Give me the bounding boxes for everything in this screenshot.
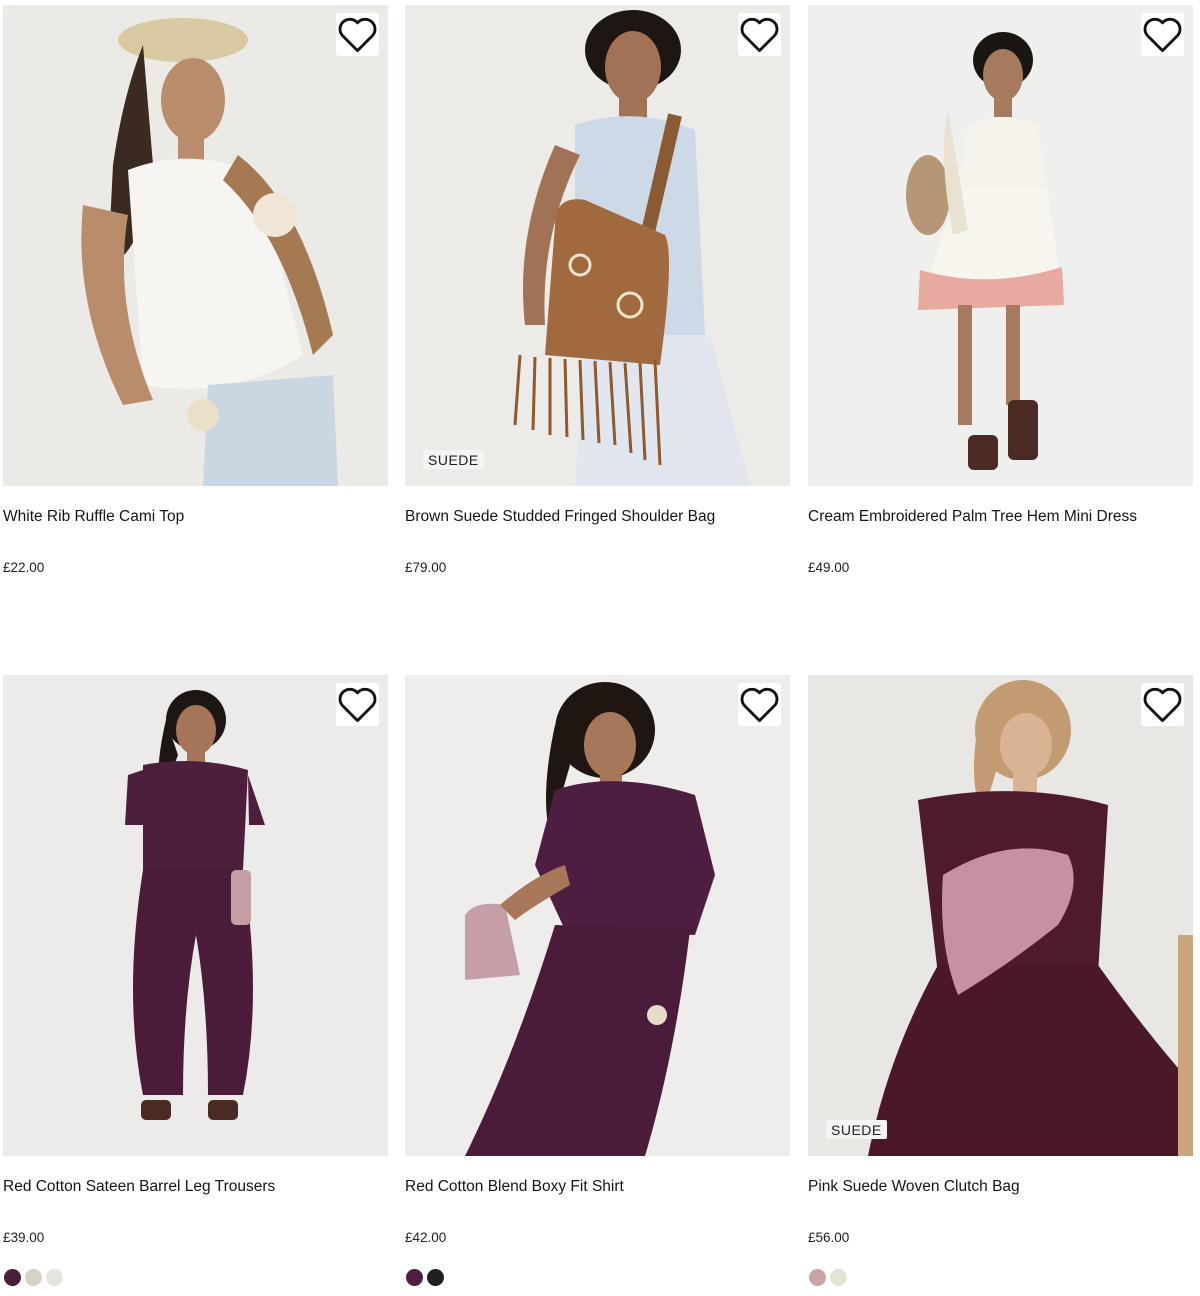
heart-outline-icon bbox=[338, 687, 377, 723]
product-photo-fringed-bag bbox=[405, 5, 790, 486]
product-card[interactable]: Cream Embroidered Palm Tree Hem Mini Dre… bbox=[808, 5, 1193, 575]
product-price: £39.00 bbox=[3, 1230, 45, 1245]
product-photo-barrel-trousers bbox=[3, 675, 388, 1156]
product-price: £49.00 bbox=[808, 560, 850, 575]
heart-outline-icon bbox=[740, 687, 779, 723]
product-card[interactable]: White Rib Ruffle Cami Top £22.00 bbox=[3, 5, 388, 575]
heart-outline-icon bbox=[338, 17, 377, 53]
color-swatch[interactable] bbox=[830, 1269, 847, 1286]
color-swatch[interactable] bbox=[46, 1269, 63, 1286]
product-price: £56.00 bbox=[808, 1230, 850, 1245]
color-swatch[interactable] bbox=[4, 1269, 21, 1286]
color-swatch[interactable] bbox=[427, 1269, 444, 1286]
product-price: £79.00 bbox=[405, 560, 447, 575]
product-photo-clutch-bag bbox=[808, 675, 1193, 1156]
wishlist-button[interactable] bbox=[1141, 683, 1184, 726]
product-name[interactable]: Cream Embroidered Palm Tree Hem Mini Dre… bbox=[808, 507, 1193, 527]
product-card[interactable]: SUEDE Pink Suede Woven Clutch Bag £56.00 bbox=[808, 675, 1193, 1245]
product-photo-mini-dress bbox=[808, 5, 1193, 486]
product-name[interactable]: Red Cotton Blend Boxy Fit Shirt bbox=[405, 1177, 790, 1197]
product-photo-boxy-shirt bbox=[405, 675, 790, 1156]
heart-outline-icon bbox=[1143, 687, 1182, 723]
product-image[interactable]: SUEDE bbox=[405, 5, 790, 486]
material-badge: SUEDE bbox=[826, 1120, 887, 1139]
product-image[interactable] bbox=[405, 675, 790, 1156]
material-badge: SUEDE bbox=[423, 450, 484, 469]
product-price: £22.00 bbox=[3, 560, 45, 575]
wishlist-button[interactable] bbox=[738, 13, 781, 56]
product-price: £42.00 bbox=[405, 1230, 447, 1245]
wishlist-button[interactable] bbox=[336, 13, 379, 56]
product-image[interactable] bbox=[3, 5, 388, 486]
product-name[interactable]: Brown Suede Studded Fringed Shoulder Bag bbox=[405, 507, 790, 527]
product-name[interactable]: Red Cotton Sateen Barrel Leg Trousers bbox=[3, 1177, 388, 1197]
heart-outline-icon bbox=[740, 17, 779, 53]
color-swatch[interactable] bbox=[25, 1269, 42, 1286]
wishlist-button[interactable] bbox=[1141, 13, 1184, 56]
color-swatch[interactable] bbox=[406, 1269, 423, 1286]
product-card[interactable]: Red Cotton Sateen Barrel Leg Trousers £3… bbox=[3, 675, 388, 1245]
product-image[interactable]: SUEDE bbox=[808, 675, 1193, 1156]
product-photo-cami-top bbox=[3, 5, 388, 486]
color-swatch[interactable] bbox=[809, 1269, 826, 1286]
product-name[interactable]: Pink Suede Woven Clutch Bag bbox=[808, 1177, 1193, 1197]
wishlist-button[interactable] bbox=[738, 683, 781, 726]
color-swatches bbox=[809, 1269, 847, 1287]
product-card[interactable]: Red Cotton Blend Boxy Fit Shirt £42.00 bbox=[405, 675, 790, 1245]
color-swatches bbox=[4, 1269, 63, 1287]
product-card[interactable]: SUEDE Brown Suede Studded Fringed Should… bbox=[405, 5, 790, 575]
product-image[interactable] bbox=[3, 675, 388, 1156]
product-name[interactable]: White Rib Ruffle Cami Top bbox=[3, 507, 388, 527]
color-swatches bbox=[406, 1269, 444, 1287]
product-image[interactable] bbox=[808, 5, 1193, 486]
heart-outline-icon bbox=[1143, 17, 1182, 53]
product-grid: White Rib Ruffle Cami Top £22.00 SUEDE B… bbox=[0, 0, 1200, 1296]
wishlist-button[interactable] bbox=[336, 683, 379, 726]
